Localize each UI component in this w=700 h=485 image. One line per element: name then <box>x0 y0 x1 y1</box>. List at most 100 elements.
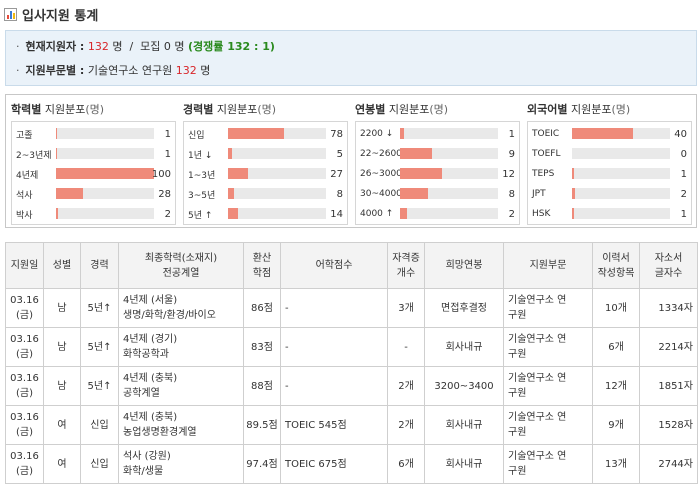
table-row[interactable]: 03.16 (금) 남 5년↑ 4년제 (서울) 생명/화학/환경/바이오 86점 -3개 면접… <box>5 288 698 328</box>
applicants-label: 현재지원자 : <box>25 40 85 53</box>
bar-track <box>228 128 326 139</box>
group-bars: TOEIC 40 TOEFL 0 TEPS 1 JPT 2 HSK 1 <box>527 121 692 225</box>
table-cell: 회사내규 <box>424 444 504 484</box>
table-cell: 4년제 (충북) 공학계열 <box>118 366 244 406</box>
group-title-bold: 학력별 <box>11 103 42 116</box>
table-cell: 6개 <box>592 327 640 367</box>
table-cell: 5년↑ <box>80 327 119 367</box>
table-cell: TOEIC 675점 <box>280 444 388 484</box>
distribution-row: 3~5년 8 <box>184 184 347 204</box>
bar-track <box>400 148 498 159</box>
group-bars: 고졸 1 2~3년제 1 4년제 100 석사 28 박사 2 <box>11 121 176 225</box>
table-cell: 89.5점 <box>243 405 281 445</box>
table-cell: 석사 (강원) 화학/생물 <box>118 444 244 484</box>
table-cell: 5년↑ <box>80 288 119 328</box>
table-cell: 기술연구소 연 구원 <box>503 327 593 367</box>
bar-fill <box>400 208 407 219</box>
table-cell: 기술연구소 연 구원 <box>503 444 593 484</box>
bar-track <box>228 188 326 199</box>
row-label: 22~2600 <box>360 149 402 159</box>
bar-track <box>56 148 154 159</box>
column-header: 자격증 개수 <box>387 242 425 289</box>
row-value: 100 <box>151 168 171 180</box>
bar-track <box>228 208 326 219</box>
row-value: 1 <box>164 128 171 140</box>
table-cell: 03.16 (금) <box>5 327 44 367</box>
bar-track <box>400 128 498 139</box>
row-label: 신입 <box>188 130 205 141</box>
distribution-row: 고졸 1 <box>12 124 175 144</box>
bar-fill <box>228 188 234 199</box>
table-cell: 남 <box>43 366 81 406</box>
table-cell: - <box>280 288 388 328</box>
table-cell: 신입 <box>80 405 119 445</box>
applicant-summary: · 현재지원자 : 132 명 / 모집 0 명 (경쟁률 132 : 1) <box>16 38 275 54</box>
table-cell: 13개 <box>592 444 640 484</box>
bar-track <box>228 148 326 159</box>
table-cell: 6개 <box>387 444 425 484</box>
positions-label: 모집 0 명 <box>140 40 185 53</box>
group-title: 학력별 지원분포(명) <box>11 101 176 117</box>
group-title: 연봉별 지원분포(명) <box>355 101 520 117</box>
table-cell: 기술연구소 연 구원 <box>503 366 593 406</box>
table-cell: 2744자 <box>639 444 698 484</box>
table-row[interactable]: 03.16 (금) 여 신입 석사 (강원) 화학/생물 97.4점 TOEIC 675점 6개… <box>5 444 698 484</box>
distribution-row: 1~3년 27 <box>184 164 347 184</box>
table-cell: 88점 <box>243 366 281 406</box>
row-value: 14 <box>330 208 343 220</box>
bar-fill <box>572 208 574 219</box>
row-value: 12 <box>502 168 515 180</box>
column-header: 성별 <box>43 242 81 289</box>
career-distribution: 경력별 지원분포(명) 신입 78 1년 ↓ 5 1~3년 27 3~5년 8 5년 ↑ 14 <box>183 101 348 225</box>
table-cell: 12개 <box>592 366 640 406</box>
table-cell: 기술연구소 연 구원 <box>503 405 593 445</box>
table-row[interactable]: 03.16 (금) 남 5년↑ 4년제 (충북) 공학계열 88점 -2개 3200~3400 기… <box>5 366 698 406</box>
dept-count: 132 <box>175 63 197 77</box>
distribution-row: JPT 2 <box>528 184 691 204</box>
column-header: 경력 <box>80 242 119 289</box>
competition-ratio: (경쟁률 132 : 1) <box>188 40 275 53</box>
column-header: 최종학력(소재지) 전공계열 <box>118 242 244 289</box>
row-value: 1 <box>508 128 515 140</box>
bar-fill <box>56 148 57 159</box>
row-value: 8 <box>508 188 515 200</box>
table-cell: TOEIC 545점 <box>280 405 388 445</box>
row-value: 0 <box>680 148 687 160</box>
table-cell: 기술연구소 연 구원 <box>503 288 593 328</box>
group-title: 외국어별 지원분포(명) <box>527 101 692 117</box>
table-cell: 03.16 (금) <box>5 288 44 328</box>
bar-fill <box>228 148 232 159</box>
row-label: 2~3년제 <box>16 150 52 161</box>
column-header: 이력서 작성항목 <box>592 242 640 289</box>
table-row[interactable]: 03.16 (금) 남 5년↑ 4년제 (경기) 화학공학과 83점 - - 회사내규 기술연구소 … <box>5 327 698 367</box>
group-bars: 신입 78 1년 ↓ 5 1~3년 27 3~5년 8 5년 ↑ 14 <box>183 121 348 225</box>
row-value: 1 <box>164 148 171 160</box>
table-row[interactable]: 03.16 (금) 여 신입 4년제 (충북) 농업생명환경계열 89.5점 TOEIC 54… <box>5 405 698 445</box>
distribution-panel: 학력별 지원분포(명) 고졸 1 2~3년제 1 4년제 100 석사 28 박사 2 경력별 지원… <box>5 94 697 228</box>
table-cell: 03.16 (금) <box>5 366 44 406</box>
applicants-unit: 명 <box>112 40 123 53</box>
table-cell: 2개 <box>387 366 425 406</box>
table-header-row: 지원일 성별 경력 최종학력(소재지) 전공계열 환산 학점 어학점수 자격증 개수 희망연봉 지원부… <box>5 242 698 289</box>
table-cell: 83점 <box>243 327 281 367</box>
row-value: 2 <box>164 208 171 220</box>
row-label: 고졸 <box>16 130 33 141</box>
bar-track <box>400 208 498 219</box>
language-distribution: 외국어별 지원분포(명) TOEIC 40 TOEFL 0 TEPS 1 JPT 2 HSK 1 <box>527 101 692 225</box>
row-value: 5 <box>336 148 343 160</box>
page-title: 입사지원 통계 <box>22 8 99 24</box>
bar-fill <box>572 168 574 179</box>
column-header: 지원부문 <box>503 242 593 289</box>
distribution-row: 22~2600 9 <box>356 144 519 164</box>
row-value: 2 <box>508 208 515 220</box>
table-cell: 1851자 <box>639 366 698 406</box>
table-cell: 여 <box>43 405 81 445</box>
table-cell: 2개 <box>387 405 425 445</box>
distribution-row: TEPS 1 <box>528 164 691 184</box>
bar-track <box>572 128 670 139</box>
bar-fill <box>56 168 154 179</box>
table-cell: 회사내규 <box>424 405 504 445</box>
table-body: 03.16 (금) 남 5년↑ 4년제 (서울) 생명/화학/환경/바이오 86점 -3개 면접… <box>5 288 698 484</box>
bar-track <box>400 168 498 179</box>
row-value: 40 <box>674 128 687 140</box>
